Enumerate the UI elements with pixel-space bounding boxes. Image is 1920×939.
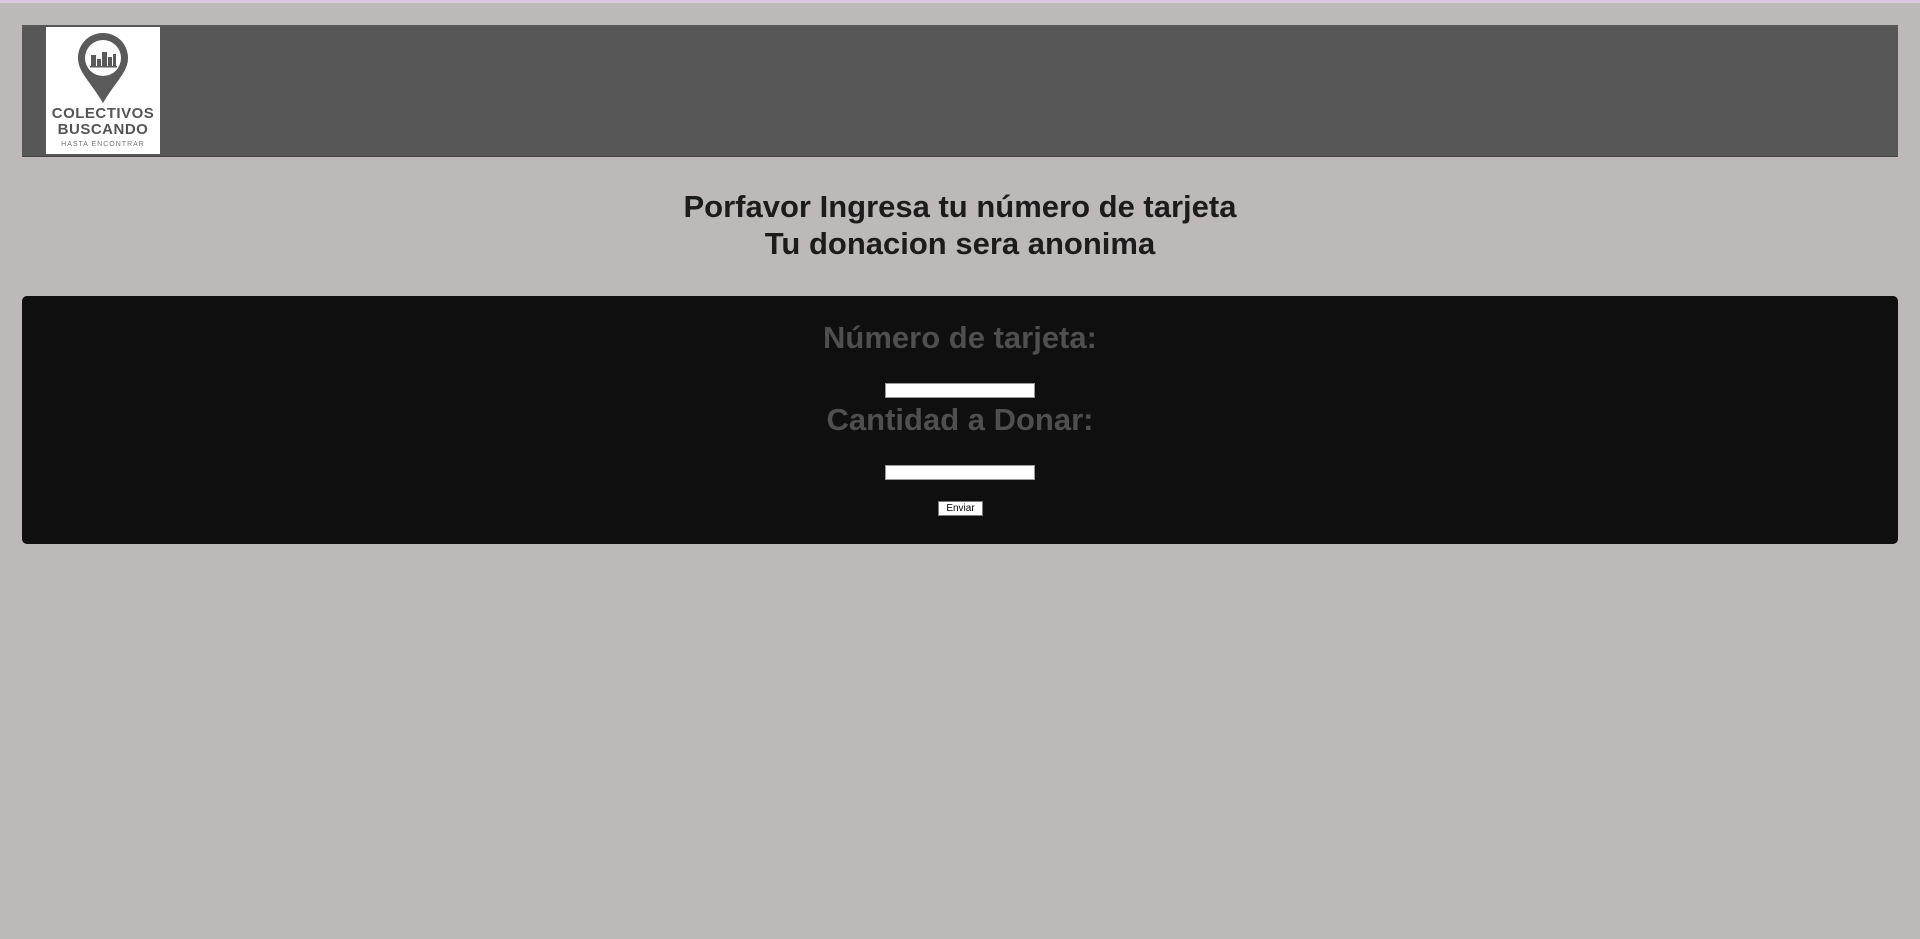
logo-text-colectivos: COLECTIVOS xyxy=(51,105,155,122)
logo[interactable]: COLECTIVOS BUSCANDO HASTA ENCONTRAR xyxy=(46,27,160,154)
page-heading: Porfavor Ingresa tu número de tarjeta Tu… xyxy=(0,188,1920,262)
site-header: COLECTIVOS BUSCANDO HASTA ENCONTRAR xyxy=(22,25,1898,157)
logo-tagline: HASTA ENCONTRAR xyxy=(61,141,145,148)
card-number-input[interactable] xyxy=(885,383,1035,398)
top-accent-line xyxy=(0,0,1920,3)
donation-amount-label: Cantidad a Donar: xyxy=(826,402,1094,437)
submit-button[interactable]: Enviar xyxy=(938,501,983,516)
heading-line-2: Tu donacion sera anonima xyxy=(764,226,1156,261)
logo-text-buscando: BUSCANDO xyxy=(57,121,149,138)
donation-form-panel: Número de tarjeta: Cantidad a Donar: Env… xyxy=(22,296,1898,544)
donation-amount-input[interactable] xyxy=(885,465,1035,480)
card-number-label: Número de tarjeta: xyxy=(823,320,1097,355)
heading-line-1: Porfavor Ingresa tu número de tarjeta xyxy=(683,189,1237,224)
map-pin-city-icon xyxy=(78,33,128,103)
